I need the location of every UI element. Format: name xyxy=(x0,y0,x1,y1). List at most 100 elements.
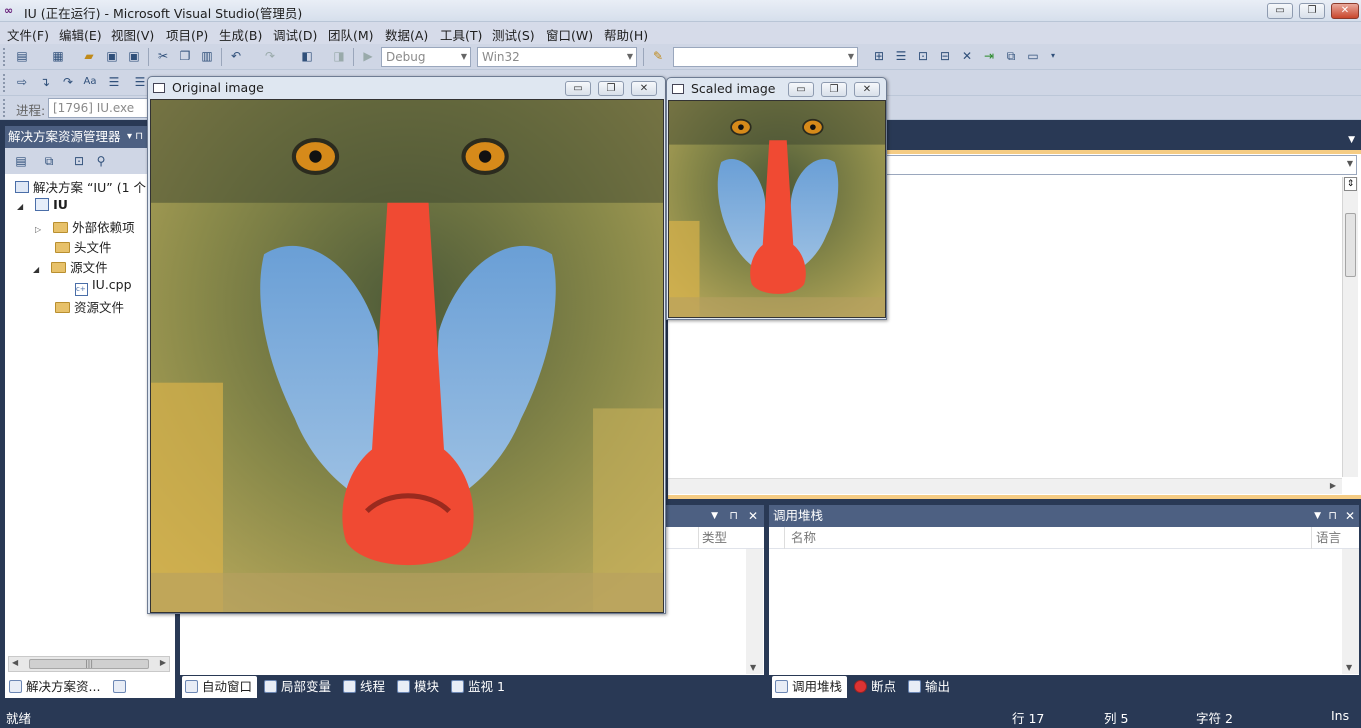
tab-watch-1[interactable]: 监视 1 xyxy=(448,676,512,698)
scroll-left-icon[interactable]: ◀ xyxy=(12,658,18,667)
tab-class-view[interactable]: 类视图 xyxy=(110,676,176,698)
editor-horizontal-scrollbar[interactable]: ▶ xyxy=(668,478,1342,494)
tab-locals[interactable]: 局部变量 xyxy=(261,676,339,698)
menu-debug[interactable]: 调试(D) xyxy=(273,25,317,44)
open-file-icon[interactable]: ▰ xyxy=(81,48,97,64)
step-into-icon[interactable]: ↴ xyxy=(37,74,53,90)
tab-threads[interactable]: 线程 xyxy=(340,676,390,698)
pin-icon[interactable]: ⊓ xyxy=(1328,505,1337,527)
toolbar-grip[interactable] xyxy=(3,74,7,92)
column-name[interactable]: 名称 xyxy=(784,527,816,549)
restore-button[interactable]: ❐ xyxy=(821,82,847,97)
expand-icon[interactable]: ▷ xyxy=(35,225,41,234)
menu-data[interactable]: 数据(A) xyxy=(385,25,428,44)
tab-call-stack[interactable]: 调用堆栈 xyxy=(772,676,847,698)
menu-view[interactable]: 视图(V) xyxy=(111,25,154,44)
column-type[interactable]: 类型 xyxy=(698,527,727,549)
tree-item-project[interactable]: ◢ IU xyxy=(17,197,68,212)
original-image-window[interactable]: Original image ▭ ❐ ✕ xyxy=(147,76,666,614)
refresh-icon[interactable]: ⧉ xyxy=(41,153,57,169)
autos-vertical-scrollbar[interactable]: ▼ xyxy=(746,549,763,674)
scroll-right-icon[interactable]: ▶ xyxy=(160,658,166,667)
close-pane-icon[interactable]: ✕ xyxy=(1345,505,1355,527)
hexadecimal-display-icon[interactable]: Aa xyxy=(82,74,98,90)
find-combo[interactable]: ▼ xyxy=(673,47,858,67)
horizontal-scrollbar[interactable]: ◀ ||| ▶ xyxy=(8,656,170,672)
toolbar-options-icon[interactable]: ▾ xyxy=(1045,48,1061,64)
output-window-icon[interactable]: ▭ xyxy=(1025,48,1041,64)
menu-help[interactable]: 帮助(H) xyxy=(604,25,648,44)
tab-modules[interactable]: 模块 xyxy=(394,676,444,698)
tree-item-source-files[interactable]: ◢ 源文件 xyxy=(33,257,108,276)
find-in-files-icon[interactable]: ✎ xyxy=(650,48,666,64)
restore-button[interactable]: ❐ xyxy=(598,81,624,96)
breakpoints-icon[interactable]: ☰ xyxy=(132,74,148,90)
menu-team[interactable]: 团队(M) xyxy=(328,25,374,44)
close-button[interactable]: ✕ xyxy=(631,81,657,96)
view-class-diagram-icon[interactable]: ⚲ xyxy=(93,153,109,169)
save-all-icon[interactable]: ▣ xyxy=(126,48,142,64)
menu-file[interactable]: 文件(F) xyxy=(7,25,49,44)
minimize-button[interactable]: ▭ xyxy=(1267,3,1293,19)
add-item-icon[interactable]: ▦ xyxy=(50,48,66,64)
platform-select[interactable]: Win32 ▼ xyxy=(477,47,637,67)
start-page-icon[interactable]: ⇥ xyxy=(981,48,997,64)
navigate-forward-icon[interactable]: ◨ xyxy=(331,48,347,64)
tree-item-iu-cpp[interactable]: c+ IU.cpp xyxy=(75,277,132,296)
tab-solution-explorer[interactable]: 解决方案资... xyxy=(6,676,106,698)
minimize-button[interactable]: ▭ xyxy=(565,81,591,96)
object-browser-icon[interactable]: ⊡ xyxy=(915,48,931,64)
minimize-button[interactable]: ▭ xyxy=(788,82,814,97)
start-debugging-icon[interactable]: ▶ xyxy=(360,48,376,64)
tab-autos[interactable]: 自动窗口 xyxy=(182,676,257,698)
scaled-image-window[interactable]: Scaled image ▭ ❐ ✕ xyxy=(666,77,887,320)
redo-icon[interactable]: ↷ xyxy=(262,48,278,64)
restore-button[interactable]: ❐ xyxy=(1299,3,1325,19)
tab-list-icon[interactable]: ▼ xyxy=(1348,135,1355,145)
tree-item-header-files[interactable]: 头文件 xyxy=(55,237,112,256)
tree-item-resource-files[interactable]: 资源文件 xyxy=(55,297,124,316)
menu-edit[interactable]: 编辑(E) xyxy=(59,25,102,44)
undo-icon[interactable]: ↶ xyxy=(228,48,244,64)
pin-icon[interactable]: ⊓ xyxy=(729,505,738,527)
pin-icon[interactable]: ▾ ⊓ xyxy=(127,126,143,148)
step-over-icon[interactable]: ↷ xyxy=(60,74,76,90)
scroll-right-icon[interactable]: ▶ xyxy=(1330,481,1336,490)
solution-explorer-icon[interactable]: ⊞ xyxy=(871,48,887,64)
collapse-icon[interactable]: ◢ xyxy=(33,265,39,274)
navigate-back-icon[interactable]: ◧ xyxy=(299,48,315,64)
show-threads-icon[interactable]: ☰ xyxy=(106,74,122,90)
pane-dropdown-icon[interactable]: ▼ xyxy=(711,505,718,527)
menu-build[interactable]: 生成(B) xyxy=(219,25,262,44)
pane-dropdown-icon[interactable]: ▼ xyxy=(1314,505,1321,527)
show-next-statement-icon[interactable]: ⇨ xyxy=(14,74,30,90)
toolbar-grip[interactable] xyxy=(3,48,7,66)
new-project-icon[interactable]: ▤ xyxy=(14,48,30,64)
tab-output[interactable]: 输出 xyxy=(905,676,957,698)
split-icon[interactable]: ⇕ xyxy=(1344,177,1357,191)
view-code-icon[interactable]: ⊡ xyxy=(71,153,87,169)
column-language[interactable]: 语言 xyxy=(1311,527,1341,549)
tree-item-external-dependencies[interactable]: ▷ 外部依赖项 xyxy=(35,217,135,236)
menu-window[interactable]: 窗口(W) xyxy=(546,25,593,44)
extension-manager-icon[interactable]: ✕ xyxy=(959,48,975,64)
show-all-files-icon[interactable]: ▤ xyxy=(13,153,29,169)
editor-vertical-scrollbar[interactable]: ⇕ xyxy=(1342,177,1358,477)
close-button[interactable]: ✕ xyxy=(1331,3,1359,19)
save-icon[interactable]: ▣ xyxy=(104,48,120,64)
toolbar-grip[interactable] xyxy=(3,99,7,117)
command-window-icon[interactable]: ⧉ xyxy=(1003,48,1019,64)
configuration-select[interactable]: Debug ▼ xyxy=(381,47,471,67)
collapse-icon[interactable]: ◢ xyxy=(17,202,23,211)
close-button[interactable]: ✕ xyxy=(854,82,880,97)
copy-icon[interactable]: ❐ xyxy=(177,48,193,64)
properties-icon[interactable]: ☰ xyxy=(893,48,909,64)
tree-item-solution[interactable]: 解决方案 “IU” (1 个 xyxy=(15,177,146,196)
scroll-down-icon[interactable]: ▼ xyxy=(750,663,756,672)
scrollbar-thumb[interactable]: ||| xyxy=(29,659,149,669)
toolbox-icon[interactable]: ⊟ xyxy=(937,48,953,64)
menu-project[interactable]: 项目(P) xyxy=(166,25,208,44)
tab-breakpoints[interactable]: 断点 xyxy=(851,676,903,698)
menu-tools[interactable]: 工具(T) xyxy=(440,25,482,44)
scrollbar-thumb[interactable] xyxy=(1345,213,1356,277)
